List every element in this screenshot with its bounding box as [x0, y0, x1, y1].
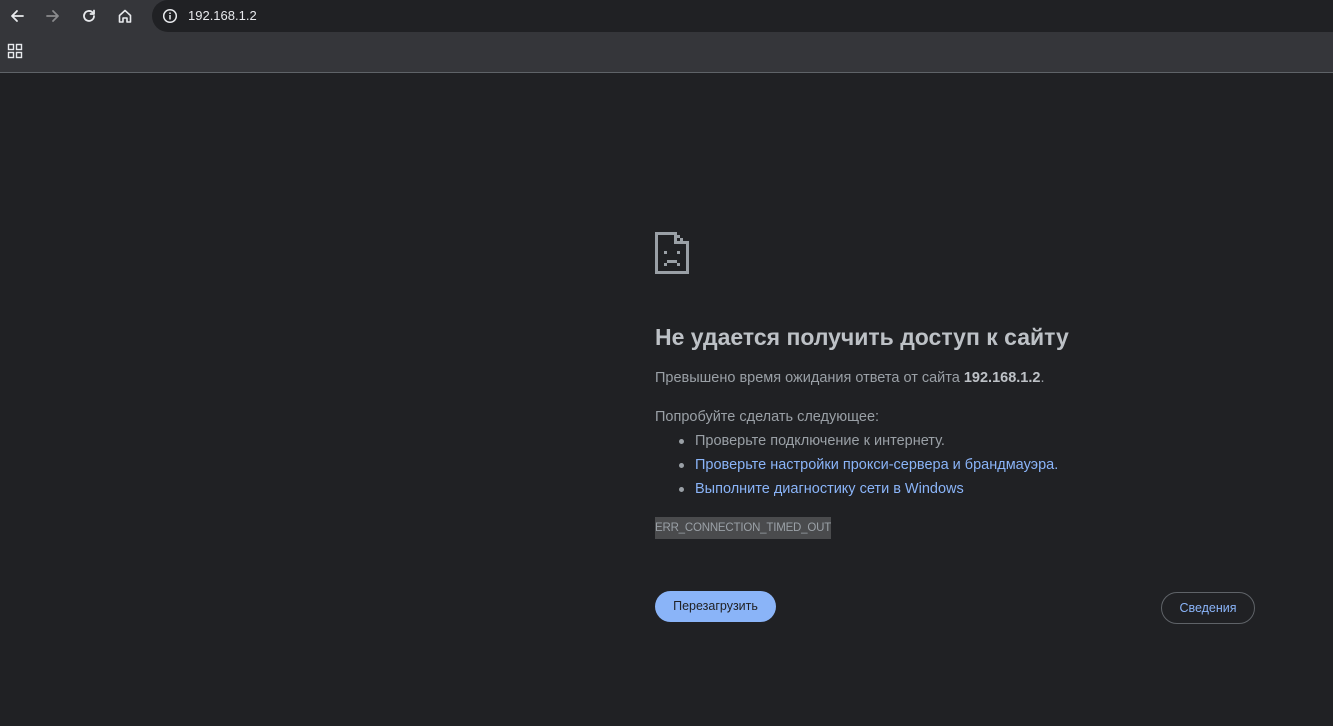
arrow-left-icon — [11, 10, 24, 22]
apps-grid-icon — [7, 43, 23, 59]
home-button[interactable] — [111, 2, 139, 30]
error-code: ERR_CONNECTION_TIMED_OUT — [655, 517, 831, 539]
apps-button[interactable] — [6, 42, 24, 60]
error-description: Превышено время ожидания ответа от сайта… — [655, 369, 1045, 387]
reload-icon — [83, 9, 95, 22]
back-button[interactable] — [3, 2, 31, 30]
info-icon — [162, 8, 178, 24]
error-description-end: . — [1040, 370, 1045, 386]
sad-document-icon — [655, 232, 689, 274]
error-host: 192.168.1.2 — [963, 370, 1041, 386]
suggestions-heading: Попробуйте сделать следующее: — [655, 409, 880, 425]
suggestion-proxy-firewall-link[interactable]: Проверьте настройки прокси-сервера и бра… — [695, 457, 1058, 473]
error-description-text: Превышено время ожидания ответа от сайта — [655, 370, 964, 386]
list-item: Проверьте настройки прокси-сервера и бра… — [655, 456, 1058, 480]
url-text[interactable]: 192.168.1.2 — [188, 8, 257, 24]
reload-page-button[interactable]: Перезагрузить — [655, 591, 776, 622]
home-icon — [118, 9, 132, 23]
bookmarks-bar — [0, 32, 1333, 73]
suggestions-list: Проверьте подключение к интернету. Прове… — [655, 432, 1058, 504]
site-info-button[interactable] — [160, 6, 180, 26]
arrow-right-icon — [46, 10, 59, 22]
suggestion-network-diagnostics-link[interactable]: Выполните диагностику сети в Windows — [695, 481, 964, 497]
reload-button[interactable] — [75, 2, 103, 30]
suggestion-check-connection: Проверьте подключение к интернету. — [695, 433, 945, 449]
list-item: Выполните диагностику сети в Windows — [655, 480, 1058, 504]
browser-toolbar: 192.168.1.2 — [0, 0, 1333, 32]
details-button[interactable]: Сведения — [1161, 592, 1255, 624]
address-bar[interactable]: 192.168.1.2 — [152, 0, 1333, 32]
error-page: Не удается получить доступ к сайту Превы… — [0, 73, 1333, 726]
error-title: Не удается получить доступ к сайту — [655, 324, 1069, 350]
list-item: Проверьте подключение к интернету. — [655, 432, 1058, 456]
forward-button[interactable] — [39, 2, 67, 30]
